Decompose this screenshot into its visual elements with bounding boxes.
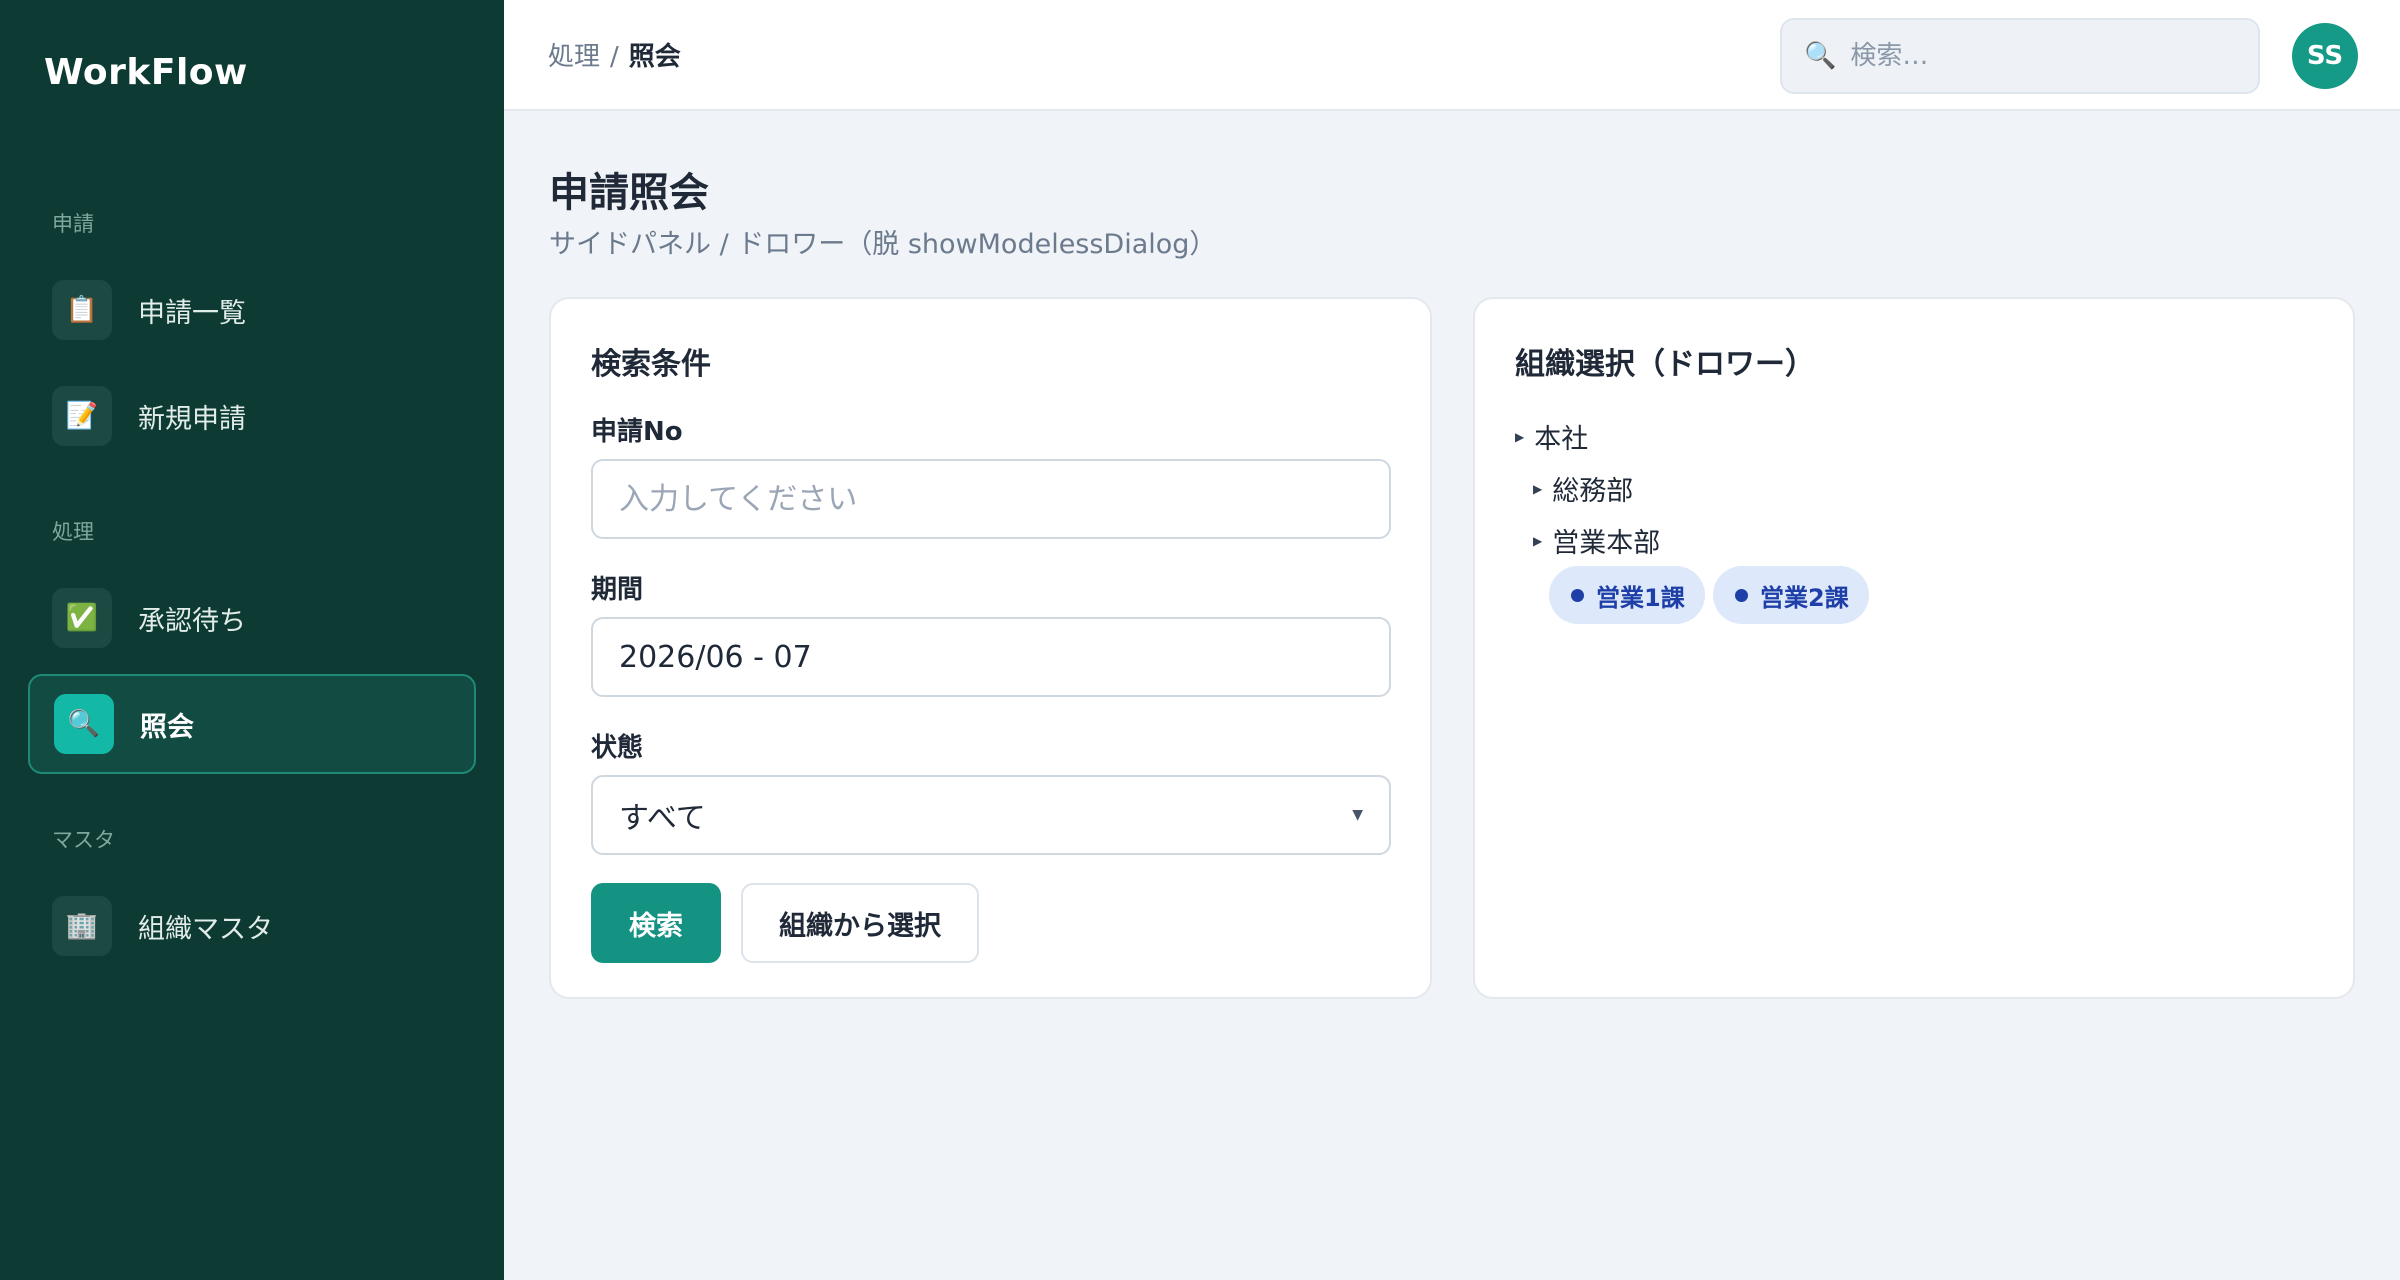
org-drawer-card: 組織選択（ドロワー） ▶ 本社 ▶ 総務部 ▶ 営業本部 営業1課 営業2課 [1473,297,2355,999]
sidebar-item-label: 組織マスタ [138,913,273,945]
global-search[interactable]: 🔍 [1780,18,2260,94]
breadcrumb-current: 照会 [628,42,681,72]
sidebar-item-label: 承認待ち [138,605,246,637]
avatar[interactable]: SS [2292,23,2358,89]
tree-node-label: 総務部 [1552,476,1634,507]
top-bar: 処理 / 照会 🔍 SS [504,0,2400,111]
brand-logo[interactable]: WorkFlow [44,52,248,93]
period-value: 2026/06 - 07 [619,639,812,675]
sidebar-section-master: マスタ [52,828,115,852]
sidebar-item-new-application[interactable]: 📝 新規申請 [28,366,476,466]
chip-label: 営業2課 [1760,583,1849,612]
org-chip-sales-1[interactable]: 営業1課 [1549,566,1705,624]
sidebar-item-inquiry[interactable]: 🔍 照会 [28,674,476,774]
sidebar-item-application-list[interactable]: 📋 申請一覧 [28,260,476,360]
period-field[interactable]: 2026/06 - 07 [591,617,1391,697]
org-chip-sales-2[interactable]: 営業2課 [1713,566,1869,624]
check-icon: ✅ [52,588,112,648]
tree-node-label: 本社 [1534,424,1589,455]
sidebar-section-process: 処理 [52,520,94,544]
search-button[interactable]: 検索 [591,883,721,963]
chip-label: 営業1課 [1596,583,1685,612]
search-input[interactable] [1850,41,2231,71]
status-value: すべて [619,801,706,836]
application-no-field[interactable] [591,459,1391,539]
tree-node-root[interactable]: ▶ 本社 [1515,417,1588,456]
breadcrumb-parent[interactable]: 処理 [548,42,600,72]
sidebar: WorkFlow 申請 📋 申請一覧 📝 新規申請 処理 ✅ 承認待ち 🔍 照会… [0,0,504,1280]
sidebar-section-apply: 申請 [52,212,94,236]
select-from-org-button[interactable]: 組織から選択 [741,883,979,963]
sidebar-item-label: 新規申請 [138,403,246,435]
search-criteria-card: 検索条件 申請No 期間 2026/06 - 07 状態 すべて ▼ 検索 組織… [549,297,1432,999]
period-label: 期間 [591,575,644,605]
breadcrumb: 処理 / 照会 [548,36,681,73]
caret-right-icon: ▶ [1533,481,1543,496]
building-icon: 🏢 [52,896,112,956]
sidebar-item-label: 照会 [140,711,194,743]
status-label: 状態 [591,733,644,763]
tree-node-general-affairs[interactable]: ▶ 総務部 [1533,469,1633,508]
sidebar-item-label: 申請一覧 [138,297,246,329]
breadcrumb-separator: / [610,42,619,72]
search-icon: 🔍 [54,694,114,754]
application-no-input[interactable] [619,481,1359,517]
dot-icon [1571,588,1584,602]
page-title: 申請照会 [549,170,709,216]
sidebar-item-org-master[interactable]: 🏢 組織マスタ [28,876,476,976]
card-title: 検索条件 [591,347,711,382]
application-no-label: 申請No [591,417,683,447]
clipboard-icon: 📋 [52,280,112,340]
page-subtitle: サイドパネル / ドロワー（脱 showModelessDialog） [549,229,1217,260]
memo-icon: 📝 [52,386,112,446]
caret-right-icon: ▶ [1533,533,1543,548]
chevron-down-icon: ▼ [1352,807,1363,823]
card-title: 組織選択（ドロワー） [1515,347,1815,382]
sidebar-item-pending-approval[interactable]: ✅ 承認待ち [28,568,476,668]
caret-right-icon: ▶ [1515,429,1525,444]
dot-icon [1735,588,1748,602]
tree-node-sales-hq[interactable]: ▶ 営業本部 [1533,521,1660,560]
status-select[interactable]: すべて ▼ [591,775,1391,855]
search-icon: 🔍 [1804,41,1837,71]
tree-node-label: 営業本部 [1552,528,1661,559]
